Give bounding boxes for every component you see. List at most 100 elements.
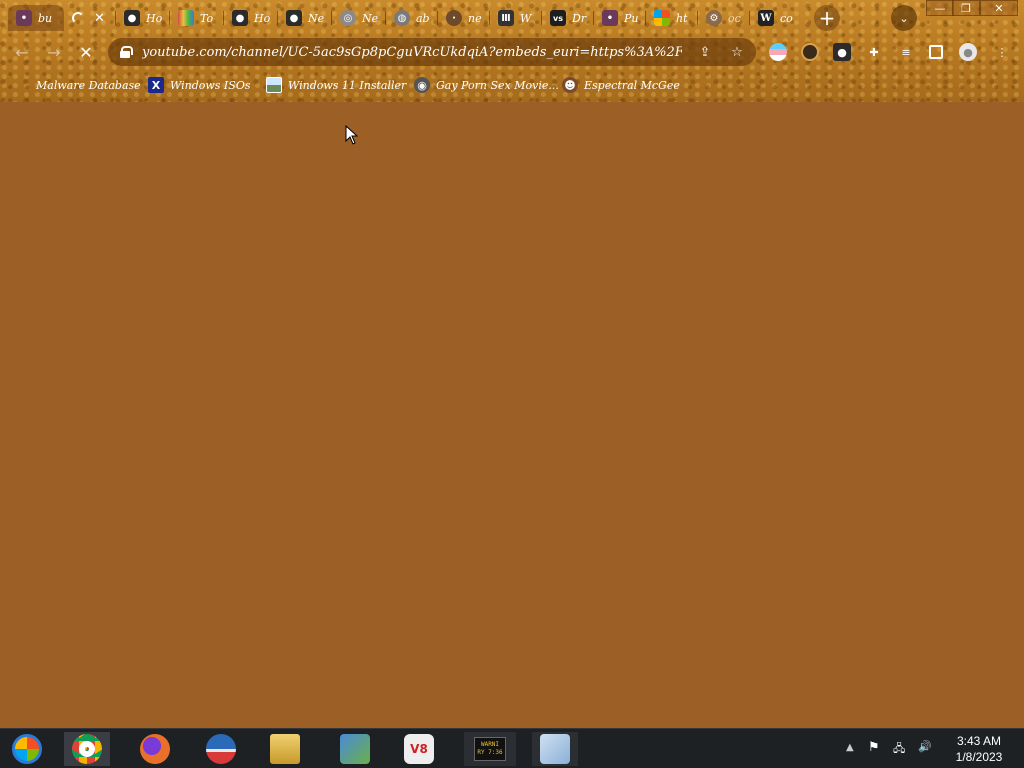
tab-strip: • bu ✕ ● Ho To ● Ho ● Ne ◎ Ne ◍ ab · ne … [0,0,1024,34]
tab-9[interactable]: · ne [438,5,490,31]
side-panel-icon[interactable] [929,45,943,59]
network-tray-icon[interactable]: 🖧 [893,740,905,759]
tab-title: bu [38,11,53,25]
bookmark-windows-isos[interactable]: X Windows ISOs [148,75,250,95]
folder-icon [270,734,300,764]
taskbar-installer[interactable] [532,732,578,766]
forward-button[interactable]: → [42,40,66,64]
tab-10[interactable]: Ⅲ W [490,5,542,31]
restore-button[interactable]: ❐ [952,0,980,16]
start-orb-icon [12,734,42,764]
bookmarks-bar: Malware Database X Windows ISOs Windows … [0,72,1024,98]
windows-logo-icon [654,10,670,26]
tab-title: Ne [362,11,379,25]
tab-11[interactable]: vs Dr [542,5,594,31]
bookmark-star-icon[interactable]: ☆ [728,43,746,61]
tab-title: Ne [308,11,325,25]
bookmark-malware-database[interactable]: Malware Database [14,75,141,95]
taskbar-explorer[interactable] [262,732,308,766]
tab-title: Ho [146,11,163,25]
v8-icon: V8 [404,734,434,764]
image-icon [266,77,282,93]
bookmark-gay-porn-sex-movie[interactable]: ◉ Gay Porn Sex Movie... [414,75,559,95]
gear-icon: ⚙ [706,10,722,26]
tab-title: To [200,11,214,25]
chrome-icon: ◎ [340,10,356,26]
minimize-button[interactable]: — [926,0,954,16]
tab-title: ht [676,11,688,25]
clock-time: 3:43 AM [956,734,1002,748]
address-bar[interactable]: youtube.com/channel/UC-5ac9sGp8pCguVRcUk… [108,38,756,66]
network-icon [340,734,370,764]
tab-14[interactable]: ⚙ oc [698,5,750,31]
taskbar-opera[interactable] [198,732,244,766]
taskbar: V8 WARNI RY 7:36 ▲ ⚑ 🖧 🔊 3:43 AM 1/8/202… [0,728,1024,768]
tab-5[interactable]: ● Ho [224,5,278,31]
avatar-extension-icon[interactable] [801,43,819,61]
pride-extension-icon[interactable] [769,43,787,61]
rainbow-icon [178,10,194,26]
wikipedia-icon: W [758,10,774,26]
reading-list-icon[interactable]: ≡ [897,43,915,61]
tab-15[interactable]: W co [750,5,802,31]
stop-loading-button[interactable]: ✕ [74,40,98,64]
tab-title: oc [728,11,741,25]
bookmark-label: Malware Database [36,78,141,92]
action-center-flag-icon[interactable]: ⚑ [868,740,880,755]
tab-4[interactable]: To [170,5,224,31]
start-button[interactable] [4,732,50,766]
menu-icon[interactable]: ⋮ [993,43,1011,61]
tab-title: ab [416,11,430,25]
globe-icon: ◍ [394,10,410,26]
tab-1[interactable]: • bu [8,5,64,31]
bookmark-label: Gay Porn Sex Movie... [436,78,559,92]
taskbar-chrome[interactable] [64,732,110,766]
thumbnail-line-2: RY 7:36 [477,749,503,756]
tampermonkey-icon: ● [232,10,248,26]
tab-title: co [780,11,793,25]
taskbar-v8[interactable]: V8 [396,732,442,766]
tab-3[interactable]: ● Ho [116,5,170,31]
tray-overflow-icon[interactable]: ▲ [846,742,854,753]
taskbar-network[interactable] [332,732,378,766]
bookmark-label: Espectral McGee [584,78,680,92]
firefox-icon [140,734,170,764]
mouse-cursor-icon [345,125,359,145]
tab-8[interactable]: ◍ ab [386,5,438,31]
bookmark-label: Windows ISOs [170,78,251,92]
clock-date: 1/8/2023 [955,750,1003,764]
anime-face-icon: • [16,10,32,26]
tab-6[interactable]: ● Ne [278,5,332,31]
puzzle-extensions-icon[interactable]: ✚ [865,43,883,61]
system-clock[interactable]: 3:43 AM 1/8/2023 [944,733,1014,765]
tab-12[interactable]: • Pu [594,5,646,31]
tab-7[interactable]: ◎ Ne [332,5,386,31]
tab-title: Ho [254,11,271,25]
tab-13[interactable]: ht [646,5,698,31]
volume-icon[interactable]: 🔊 [918,740,932,753]
close-tab-icon[interactable]: ✕ [94,11,105,26]
bookmark-windows-11-installer[interactable]: Windows 11 Installer [266,75,406,95]
back-button[interactable]: ← [10,40,34,64]
page-content [0,102,1024,728]
close-window-button[interactable]: ✕ [980,0,1018,16]
bookmark-espectral-mcgee[interactable]: ☻ Espectral McGee [562,75,680,95]
tab-title: W [520,11,532,25]
new-tab-button[interactable]: + [814,5,840,31]
tab-title: ne [468,11,482,25]
tab-2[interactable]: ✕ [64,5,116,31]
taskbar-firefox[interactable] [132,732,178,766]
folder-icon [14,77,30,93]
anime-face-icon: • [602,10,618,26]
share-icon[interactable]: ⇪ [696,43,714,61]
taskbar-warning-app[interactable]: WARNI RY 7:36 [464,732,516,766]
lock-icon[interactable] [120,46,133,58]
thumbnail-line-1: WARNI [480,741,500,748]
vs-icon: vs [550,10,566,26]
url-text[interactable]: youtube.com/channel/UC-5ac9sGp8pCguVRcUk… [142,45,682,60]
browser-toolbar: ← → ✕ youtube.com/channel/UC-5ac9sGp8pCg… [0,34,1024,70]
profile-avatar-icon[interactable]: ● [959,43,977,61]
chrome-icon [72,734,102,764]
tampermonkey-icon[interactable]: ● [833,43,851,61]
tab-search-button[interactable]: ⌄ [891,5,917,31]
